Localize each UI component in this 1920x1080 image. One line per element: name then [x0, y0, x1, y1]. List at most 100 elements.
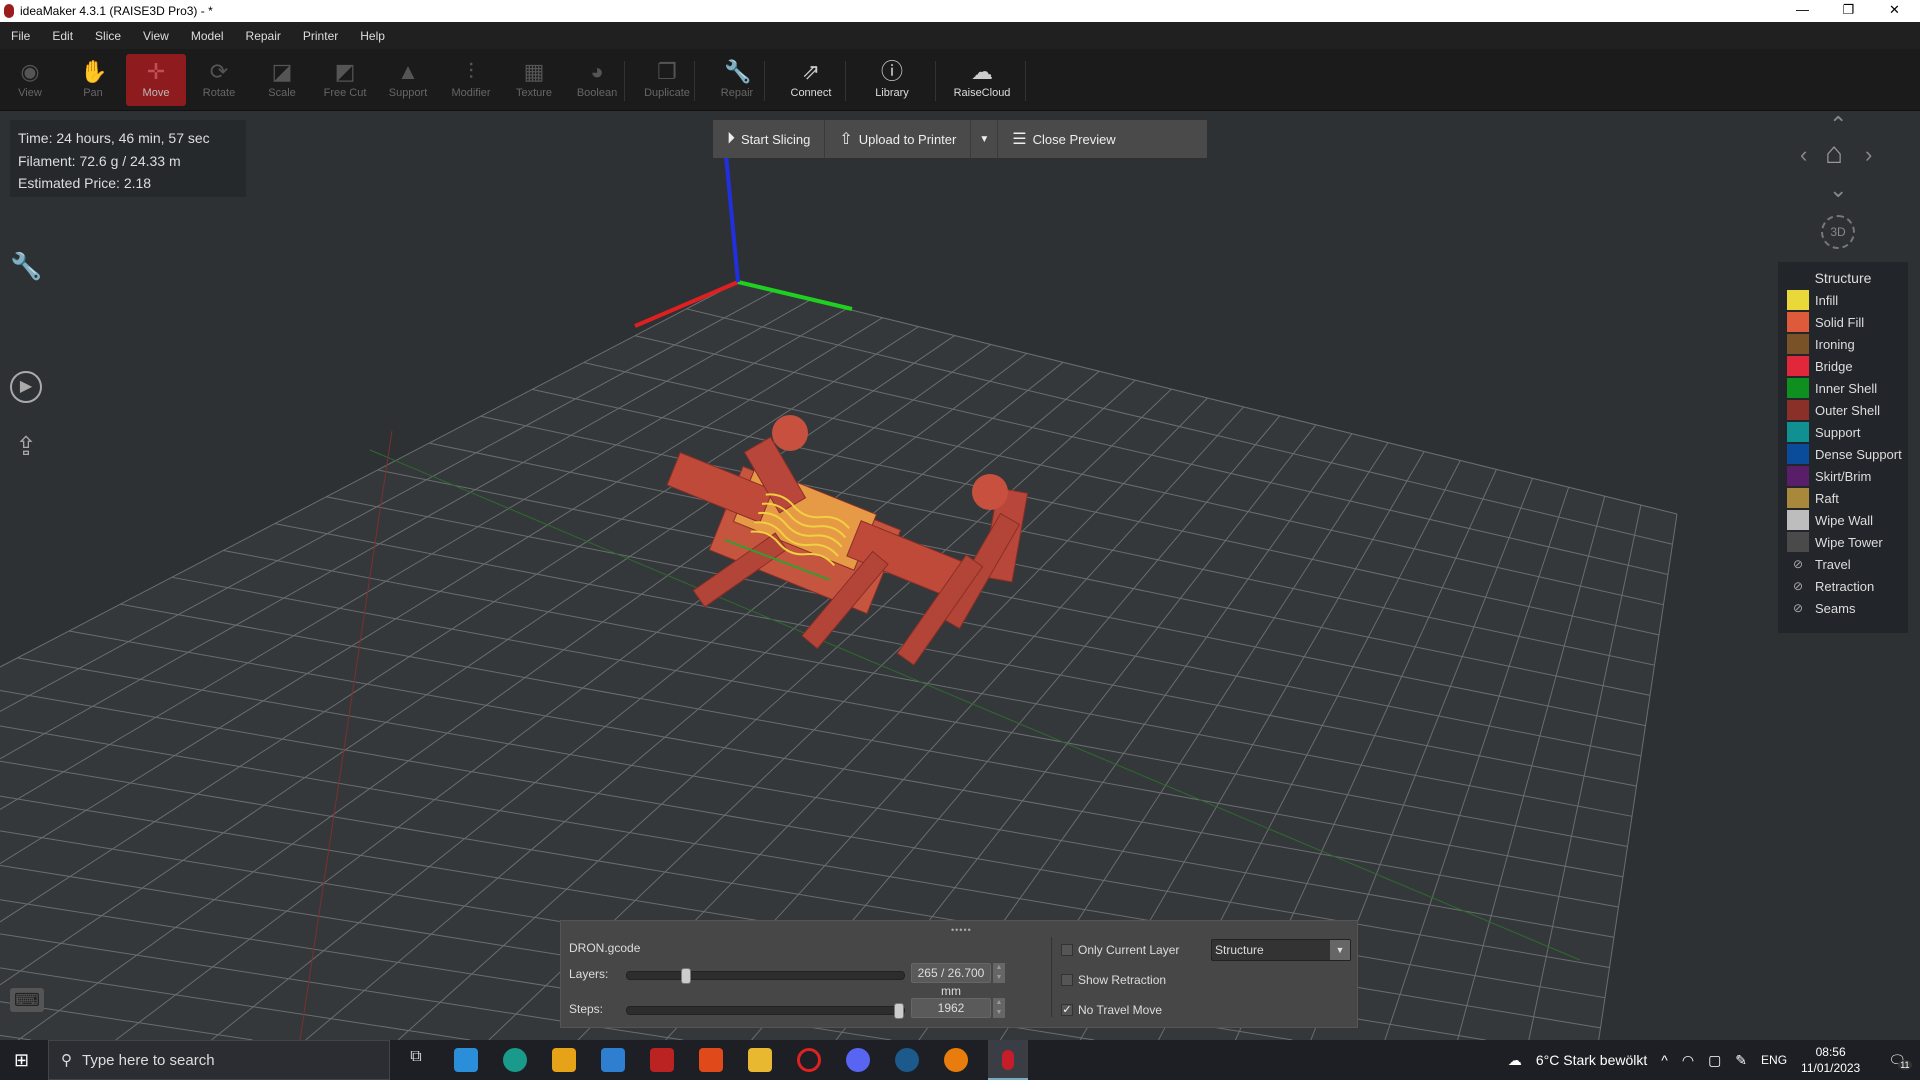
mail-icon[interactable] [601, 1048, 625, 1072]
wifi-icon[interactable]: ◠ [1682, 1052, 1694, 1069]
file-explorer-icon[interactable] [748, 1048, 772, 1072]
menu-model[interactable]: Model [180, 29, 235, 43]
layers-slider-thumb[interactable] [680, 968, 691, 984]
toolbar-repair-button[interactable]: 🔧 Repair [707, 54, 767, 106]
app-icon-weather[interactable] [454, 1048, 478, 1072]
office-icon[interactable] [699, 1048, 723, 1072]
legend-item[interactable]: Raft [1778, 487, 1908, 509]
wrench-icon[interactable]: 🔧 [10, 250, 42, 282]
menu-view[interactable]: View [132, 29, 180, 43]
start-slicing-button[interactable]: ⏵ Start Slicing [713, 120, 826, 158]
legend-item[interactable]: Solid Fill [1778, 311, 1908, 333]
toolbar-scale-button[interactable]: ◪ Scale [252, 54, 312, 106]
steps-spinner[interactable]: ▲ ▼ [993, 998, 1005, 1018]
legend-item[interactable]: Wipe Wall [1778, 509, 1908, 531]
legend-item[interactable]: Wipe Tower [1778, 531, 1908, 553]
edge-icon[interactable] [503, 1048, 527, 1072]
menu-edit[interactable]: Edit [41, 29, 84, 43]
play-icon[interactable]: ▶ [10, 371, 42, 403]
toolbar-connect-button[interactable]: ⇗ Connect [776, 54, 846, 106]
upload-to-printer-button[interactable]: ⇧ Upload to Printer [825, 120, 972, 158]
toolbar-boolean-button[interactable]: ◕ Boolean [567, 54, 627, 106]
app-icon-red[interactable] [650, 1048, 674, 1072]
chevron-up-icon[interactable]: ^ [1661, 1052, 1668, 1068]
task-view-icon[interactable]: ⧉ [404, 1048, 428, 1072]
toolbar-texture-button[interactable]: ▦ Texture [504, 54, 564, 106]
menu-repair[interactable]: Repair [235, 29, 292, 43]
eye-slash-icon[interactable]: ⊘ [1787, 557, 1809, 571]
toolbar-pan-button[interactable]: ✋ Pan [63, 54, 123, 106]
home-icon[interactable]: ⌂ [1825, 137, 1843, 171]
view-mode-select[interactable]: Structure ▼ [1211, 939, 1351, 961]
chevron-down-icon[interactable]: ⌄ [1829, 177, 1847, 203]
drag-handle[interactable]: ••••• [951, 925, 972, 935]
store-icon[interactable] [552, 1048, 576, 1072]
checkbox-box[interactable] [1061, 944, 1073, 956]
blender-icon[interactable] [944, 1048, 968, 1072]
toolbar-raisecloud-button[interactable]: ☁ RaiseCloud [947, 54, 1017, 106]
keyboard-icon[interactable]: ⌨ [10, 988, 44, 1012]
export-icon[interactable]: ⇪ [10, 430, 42, 462]
toolbar-rotate-button[interactable]: ⟳ Rotate [189, 54, 249, 106]
rotate-3d-button[interactable]: 3D [1821, 215, 1855, 249]
checkbox-box[interactable]: ✓ [1061, 1004, 1073, 1016]
steps-value-field[interactable]: 1962 [911, 998, 991, 1018]
layers-value-field[interactable]: 265 / 26.700 mm [911, 963, 991, 998]
legend-item-hidden[interactable]: ⊘ Seams [1778, 597, 1908, 619]
minimize-button[interactable]: — [1780, 0, 1825, 22]
language-indicator[interactable]: ENG [1761, 1053, 1787, 1067]
legend-item[interactable]: Inner Shell [1778, 377, 1908, 399]
steps-slider-thumb[interactable] [894, 1003, 904, 1019]
ideamaker-taskbar-icon[interactable] [988, 1040, 1028, 1080]
upload-dropdown-button[interactable]: ▼ [971, 120, 999, 158]
menu-printer[interactable]: Printer [292, 29, 349, 43]
legend-item[interactable]: Dense Support [1778, 443, 1908, 465]
clock[interactable]: 08:56 11/01/2023 [1801, 1044, 1874, 1076]
legend-item[interactable]: Infill [1778, 289, 1908, 311]
weather-text[interactable]: 6°C Stark bewölkt [1536, 1052, 1647, 1068]
chevron-down-icon[interactable]: ▼ [1330, 940, 1350, 960]
build-plate-scene[interactable] [0, 111, 1920, 1040]
toolbar-free-cut-button[interactable]: ◩ Free Cut [315, 54, 375, 106]
layers-slider[interactable] [626, 968, 905, 984]
toolbar-modifier-button[interactable]: ⫶ Modifier [441, 54, 501, 106]
meet-icon[interactable]: ▢ [1708, 1052, 1721, 1069]
menu-help[interactable]: Help [349, 29, 396, 43]
3d-viewport[interactable] [0, 111, 1920, 1040]
toolbar-library-button[interactable]: ⓘ Library [857, 54, 927, 106]
close-preview-button[interactable]: ☰ Close Preview [998, 120, 1129, 158]
legend-item-hidden[interactable]: ⊘ Retraction [1778, 575, 1908, 597]
legend-item[interactable]: Bridge [1778, 355, 1908, 377]
pen-icon[interactable]: ✎ [1735, 1052, 1747, 1069]
legend-item[interactable]: Outer Shell [1778, 399, 1908, 421]
toolbar-duplicate-button[interactable]: ❐ Duplicate [637, 54, 697, 106]
layers-spinner[interactable]: ▲ ▼ [993, 963, 1005, 983]
chevron-left-icon[interactable]: ‹ [1800, 142, 1807, 168]
windows-start-icon[interactable]: ⊞ [14, 1050, 29, 1071]
eye-slash-icon[interactable]: ⊘ [1787, 579, 1809, 593]
opera-icon[interactable] [797, 1048, 821, 1072]
legend-item-hidden[interactable]: ⊘ Travel [1778, 553, 1908, 575]
show-retraction-checkbox[interactable]: Show Retraction [1061, 973, 1166, 987]
only-current-layer-checkbox[interactable]: Only Current Layer [1061, 943, 1179, 957]
checkbox-box[interactable] [1061, 974, 1073, 986]
toolbar-move-button[interactable]: ✛ Move [126, 54, 186, 106]
discord-icon[interactable] [846, 1048, 870, 1072]
maximize-button[interactable]: ❐ [1826, 0, 1871, 22]
legend-item[interactable]: Support [1778, 421, 1908, 443]
steam-icon[interactable] [895, 1048, 919, 1072]
menu-slice[interactable]: Slice [84, 29, 132, 43]
menu-file[interactable]: File [0, 29, 41, 43]
eye-slash-icon[interactable]: ⊘ [1787, 601, 1809, 615]
steps-slider[interactable] [626, 1003, 905, 1019]
notification-icon[interactable]: 🗨 11 [1888, 1052, 1912, 1070]
no-travel-move-checkbox[interactable]: ✓ No Travel Move [1061, 1003, 1162, 1017]
close-button[interactable]: ✕ [1872, 0, 1917, 22]
taskbar-search[interactable]: ⚲ Type here to search [48, 1040, 390, 1080]
toolbar-support-button[interactable]: ▲ Support [378, 54, 438, 106]
chevron-up-icon[interactable]: ⌃ [1829, 112, 1847, 138]
legend-item[interactable]: Ironing [1778, 333, 1908, 355]
chevron-right-icon[interactable]: › [1865, 142, 1872, 168]
legend-item[interactable]: Skirt/Brim [1778, 465, 1908, 487]
toolbar-view-button[interactable]: ◉ View [0, 54, 60, 106]
